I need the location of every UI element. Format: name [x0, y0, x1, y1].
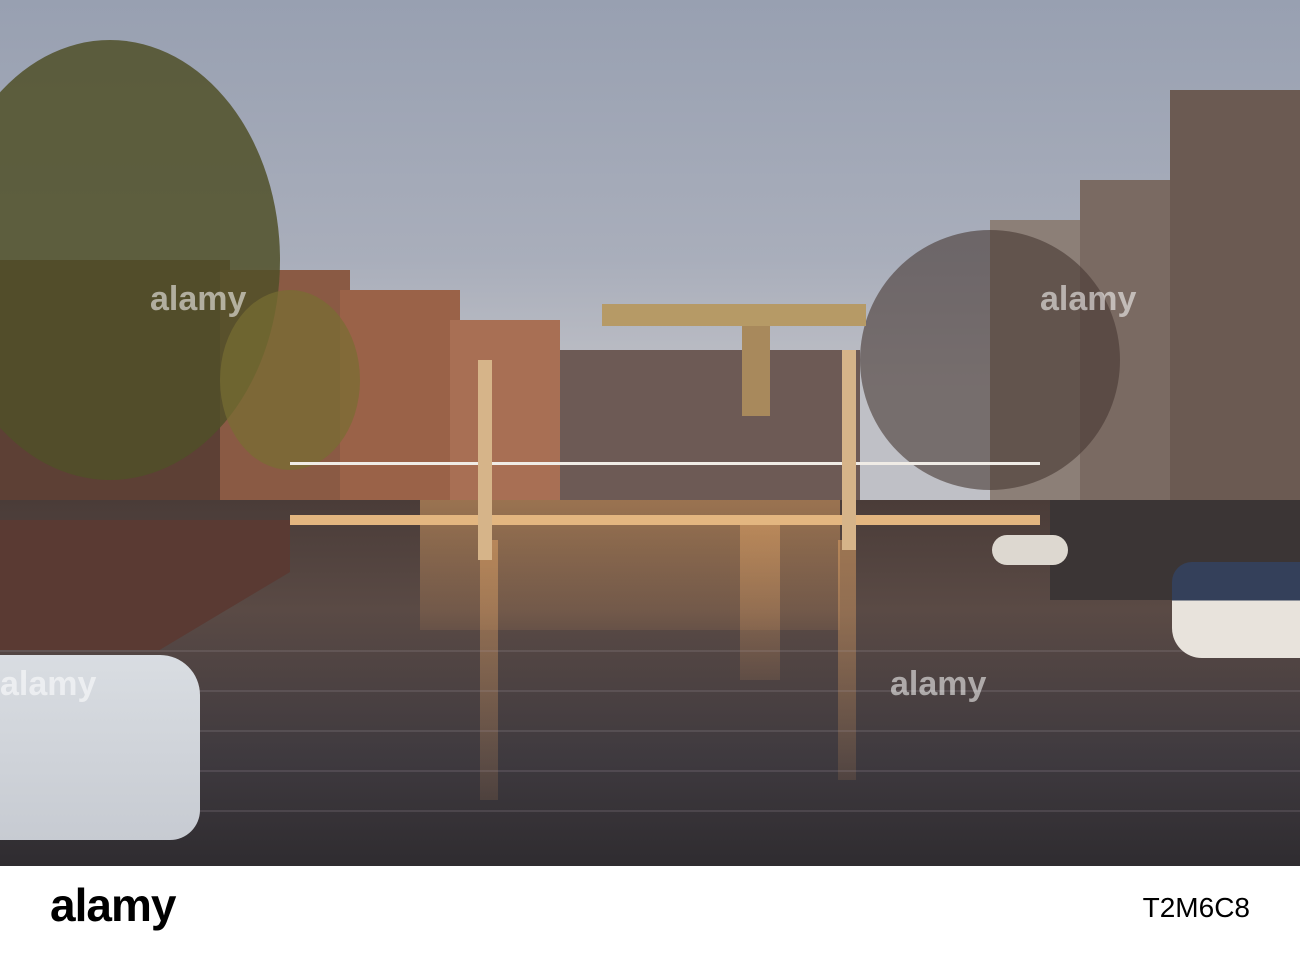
- image-id: T2M6C8: [1142, 892, 1250, 923]
- bridge-beam: [602, 304, 866, 326]
- bridge-deck: [290, 462, 1040, 525]
- boat-right: [1172, 562, 1300, 658]
- canal-photo: alamy alamy alamy alamy: [0, 0, 1300, 866]
- trees-right: [860, 230, 1120, 490]
- watermark-bar: [0, 866, 1300, 956]
- alamy-logo: alamy: [50, 879, 176, 931]
